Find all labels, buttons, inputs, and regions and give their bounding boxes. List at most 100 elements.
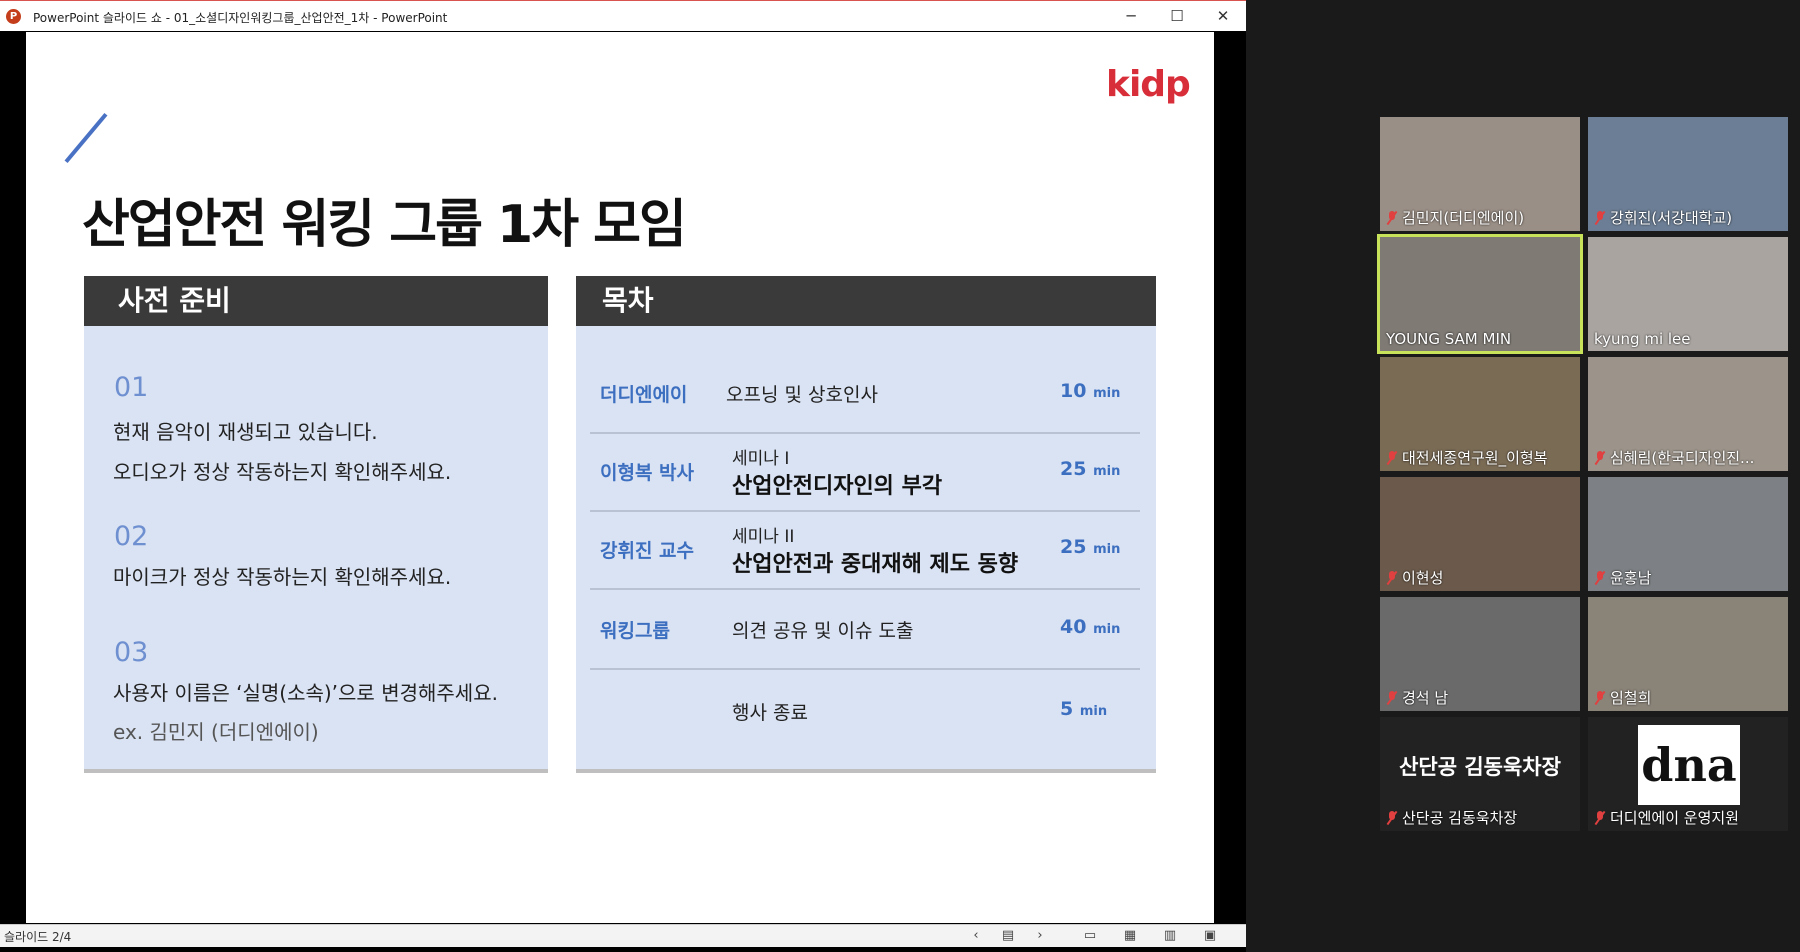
- toc-row: 더디엔에이 오프닝 및 상호인사 10 min: [590, 356, 1140, 434]
- participant-name-text: 임철희: [1610, 689, 1652, 707]
- participant-name-text: 이현성: [1402, 569, 1444, 587]
- notes-icon[interactable]: ▤: [998, 926, 1018, 946]
- slide-sorter-icon[interactable]: ▦: [1120, 926, 1140, 946]
- prep-panel: 사전 준비 01 현재 음악이 재생되고 있습니다. 오디오가 정상 작동하는지…: [84, 276, 548, 773]
- close-button[interactable]: ✕: [1200, 1, 1246, 31]
- muted-mic-icon: [1386, 811, 1398, 825]
- participant-name-text: 강휘진(서강대학교): [1610, 209, 1733, 227]
- participant-name-text: 더디엔에이 운영지원: [1610, 809, 1739, 827]
- step-text: 마이크가 정상 작동하는지 확인해주세요.: [113, 565, 452, 589]
- muted-mic-icon: [1594, 451, 1606, 465]
- normal-view-icon[interactable]: ▭: [1080, 926, 1100, 946]
- reading-view-icon[interactable]: ▥: [1160, 926, 1180, 946]
- step-text: 현재 음악이 재생되고 있습니다.: [113, 420, 378, 444]
- participant-tile[interactable]: 이현성: [1380, 477, 1580, 591]
- toc-time-value: 25: [1060, 458, 1087, 480]
- minimize-button[interactable]: ─: [1108, 1, 1154, 31]
- toc-time: 25 min: [1060, 458, 1120, 480]
- participant-name-text: 김민지(더디엔에이): [1402, 209, 1525, 227]
- participant-tile[interactable]: 심혜림(한국디자인진...: [1588, 357, 1788, 471]
- toc-item: 오프닝 및 상호인사: [726, 384, 878, 406]
- muted-mic-icon: [1386, 691, 1398, 705]
- muted-mic-icon: [1386, 211, 1398, 225]
- participant-name-text: 대전세종연구원_이형복: [1402, 449, 1548, 467]
- previous-slide-icon[interactable]: ‹: [966, 926, 986, 946]
- participant-name: 이현성: [1386, 567, 1443, 588]
- participant-tile[interactable]: 경석 남: [1380, 597, 1580, 711]
- step-number: 01: [114, 372, 149, 403]
- toc-time-unit: min: [1079, 704, 1108, 719]
- toc-heading: 목차: [576, 276, 1156, 326]
- toc-time: 25 min: [1060, 536, 1120, 558]
- participant-name: 산단공 김동욱차장: [1386, 807, 1517, 828]
- participant-tile[interactable]: 산단공 김동욱차장 산단공 김동욱차장: [1380, 717, 1580, 831]
- toc-time-unit: min: [1093, 622, 1121, 637]
- powerpoint-app-icon: P: [6, 9, 21, 24]
- toc-time-unit: min: [1093, 386, 1121, 401]
- participant-name: 경석 남: [1386, 687, 1448, 708]
- video-gallery: 김민지(더디엔에이) 강휘진(서강대학교) YOUNG SAM MIN kyung m…: [1246, 0, 1800, 952]
- participant-name-text: 산단공 김동욱차장: [1402, 809, 1518, 827]
- participant-name: YOUNG SAM MIN: [1386, 330, 1511, 348]
- toc-time: 5 min: [1060, 698, 1107, 720]
- toc-presenter: 워킹그룹: [600, 620, 670, 642]
- toc-item-sub: 세미나 I: [732, 449, 790, 469]
- muted-mic-icon: [1386, 451, 1398, 465]
- participant-tile[interactable]: 대전세종연구원_이형복: [1380, 357, 1580, 471]
- participant-tile[interactable]: 김민지(더디엔에이): [1380, 117, 1580, 231]
- next-slide-icon[interactable]: ›: [1030, 926, 1050, 946]
- participant-name-text: YOUNG SAM MIN: [1386, 330, 1512, 348]
- toc-presenter: 더디엔에이: [600, 384, 688, 406]
- toc-panel: 목차 더디엔에이 오프닝 및 상호인사 10 min 이형복 박사 세미나 I …: [576, 276, 1156, 773]
- kidp-logo: kidp: [1106, 64, 1191, 105]
- toc-time-value: 5: [1060, 698, 1074, 720]
- participant-name-text: kyung mi lee: [1594, 330, 1691, 348]
- toc-presenter: 이형복 박사: [600, 462, 695, 484]
- muted-mic-icon: [1594, 571, 1606, 585]
- participant-name: 더디엔에이 운영지원: [1594, 807, 1739, 828]
- toc-row: 행사 종료 5 min: [590, 670, 1140, 750]
- toc-time: 40 min: [1060, 616, 1120, 638]
- window-title: PowerPoint 슬라이드 쇼 - 01_소셜디자인워킹그룹_산업안전_1차…: [33, 11, 448, 25]
- step-example: ex. 김민지 (더디엔에이): [113, 720, 319, 744]
- step-text: 오디오가 정상 작동하는지 확인해주세요.: [113, 460, 452, 484]
- toc-time-unit: min: [1093, 464, 1121, 479]
- participant-name: 강휘진(서강대학교): [1594, 207, 1732, 228]
- toc-item-main: 산업안전디자인의 부각: [732, 474, 943, 499]
- participant-name: 심혜림(한국디자인진...: [1594, 447, 1754, 468]
- toc-row: 강휘진 교수 세미나 II 산업안전과 중대재해 제도 동향 25 min: [590, 512, 1140, 590]
- participant-tile[interactable]: dna 더디엔에이 운영지원: [1588, 717, 1788, 831]
- toc-time-value: 40: [1060, 616, 1087, 638]
- slide-counter: 슬라이드 2/4: [4, 930, 72, 944]
- accent-slash: [64, 112, 108, 164]
- muted-mic-icon: [1594, 211, 1606, 225]
- participant-name: 대전세종연구원_이형복: [1386, 447, 1548, 468]
- toc-presenter: 강휘진 교수: [600, 540, 695, 562]
- step-number: 03: [114, 637, 149, 668]
- powerpoint-window: P PowerPoint 슬라이드 쇼 - 01_소셜디자인워킹그룹_산업안전_…: [0, 0, 1246, 952]
- participant-name: 윤홍남: [1594, 567, 1651, 588]
- participant-tile[interactable]: YOUNG SAM MIN: [1377, 234, 1583, 354]
- muted-mic-icon: [1594, 691, 1606, 705]
- participant-name-text: 심혜림(한국디자인진...: [1610, 449, 1755, 467]
- toc-row: 이형복 박사 세미나 I 산업안전디자인의 부각 25 min: [590, 434, 1140, 512]
- step-text: 사용자 이름은 ‘실명(소속)’으로 변경해주세요.: [113, 681, 498, 705]
- participant-tile[interactable]: 강휘진(서강대학교): [1588, 117, 1788, 231]
- participant-tile[interactable]: 임철희: [1588, 597, 1788, 711]
- participant-tile[interactable]: 윤홍남: [1588, 477, 1788, 591]
- toc-row: 워킹그룹 의견 공유 및 이슈 도출 40 min: [590, 590, 1140, 670]
- participant-name: kyung mi lee: [1594, 330, 1691, 348]
- toc-time: 10 min: [1060, 380, 1120, 402]
- participant-name: 임철희: [1594, 687, 1651, 708]
- toc-item-main: 산업안전과 중대재해 제도 동향: [732, 552, 1019, 577]
- slide-title: 산업안전 워킹 그룹 1차 모임: [82, 195, 687, 255]
- slide-canvas[interactable]: kidp 산업안전 워킹 그룹 1차 모임 사전 준비 01 현재 음악이 재생…: [26, 32, 1214, 923]
- muted-mic-icon: [1594, 811, 1606, 825]
- toc-item: 의견 공유 및 이슈 도출: [732, 620, 914, 642]
- toc-time-unit: min: [1093, 542, 1121, 557]
- status-bar: 슬라이드 2/4 ‹ ▤ › ▭ ▦ ▥ ▣: [0, 924, 1246, 947]
- muted-mic-icon: [1386, 571, 1398, 585]
- slide-show-icon[interactable]: ▣: [1200, 926, 1220, 946]
- maximize-button[interactable]: ☐: [1154, 1, 1200, 31]
- participant-tile[interactable]: kyung mi lee: [1588, 237, 1788, 351]
